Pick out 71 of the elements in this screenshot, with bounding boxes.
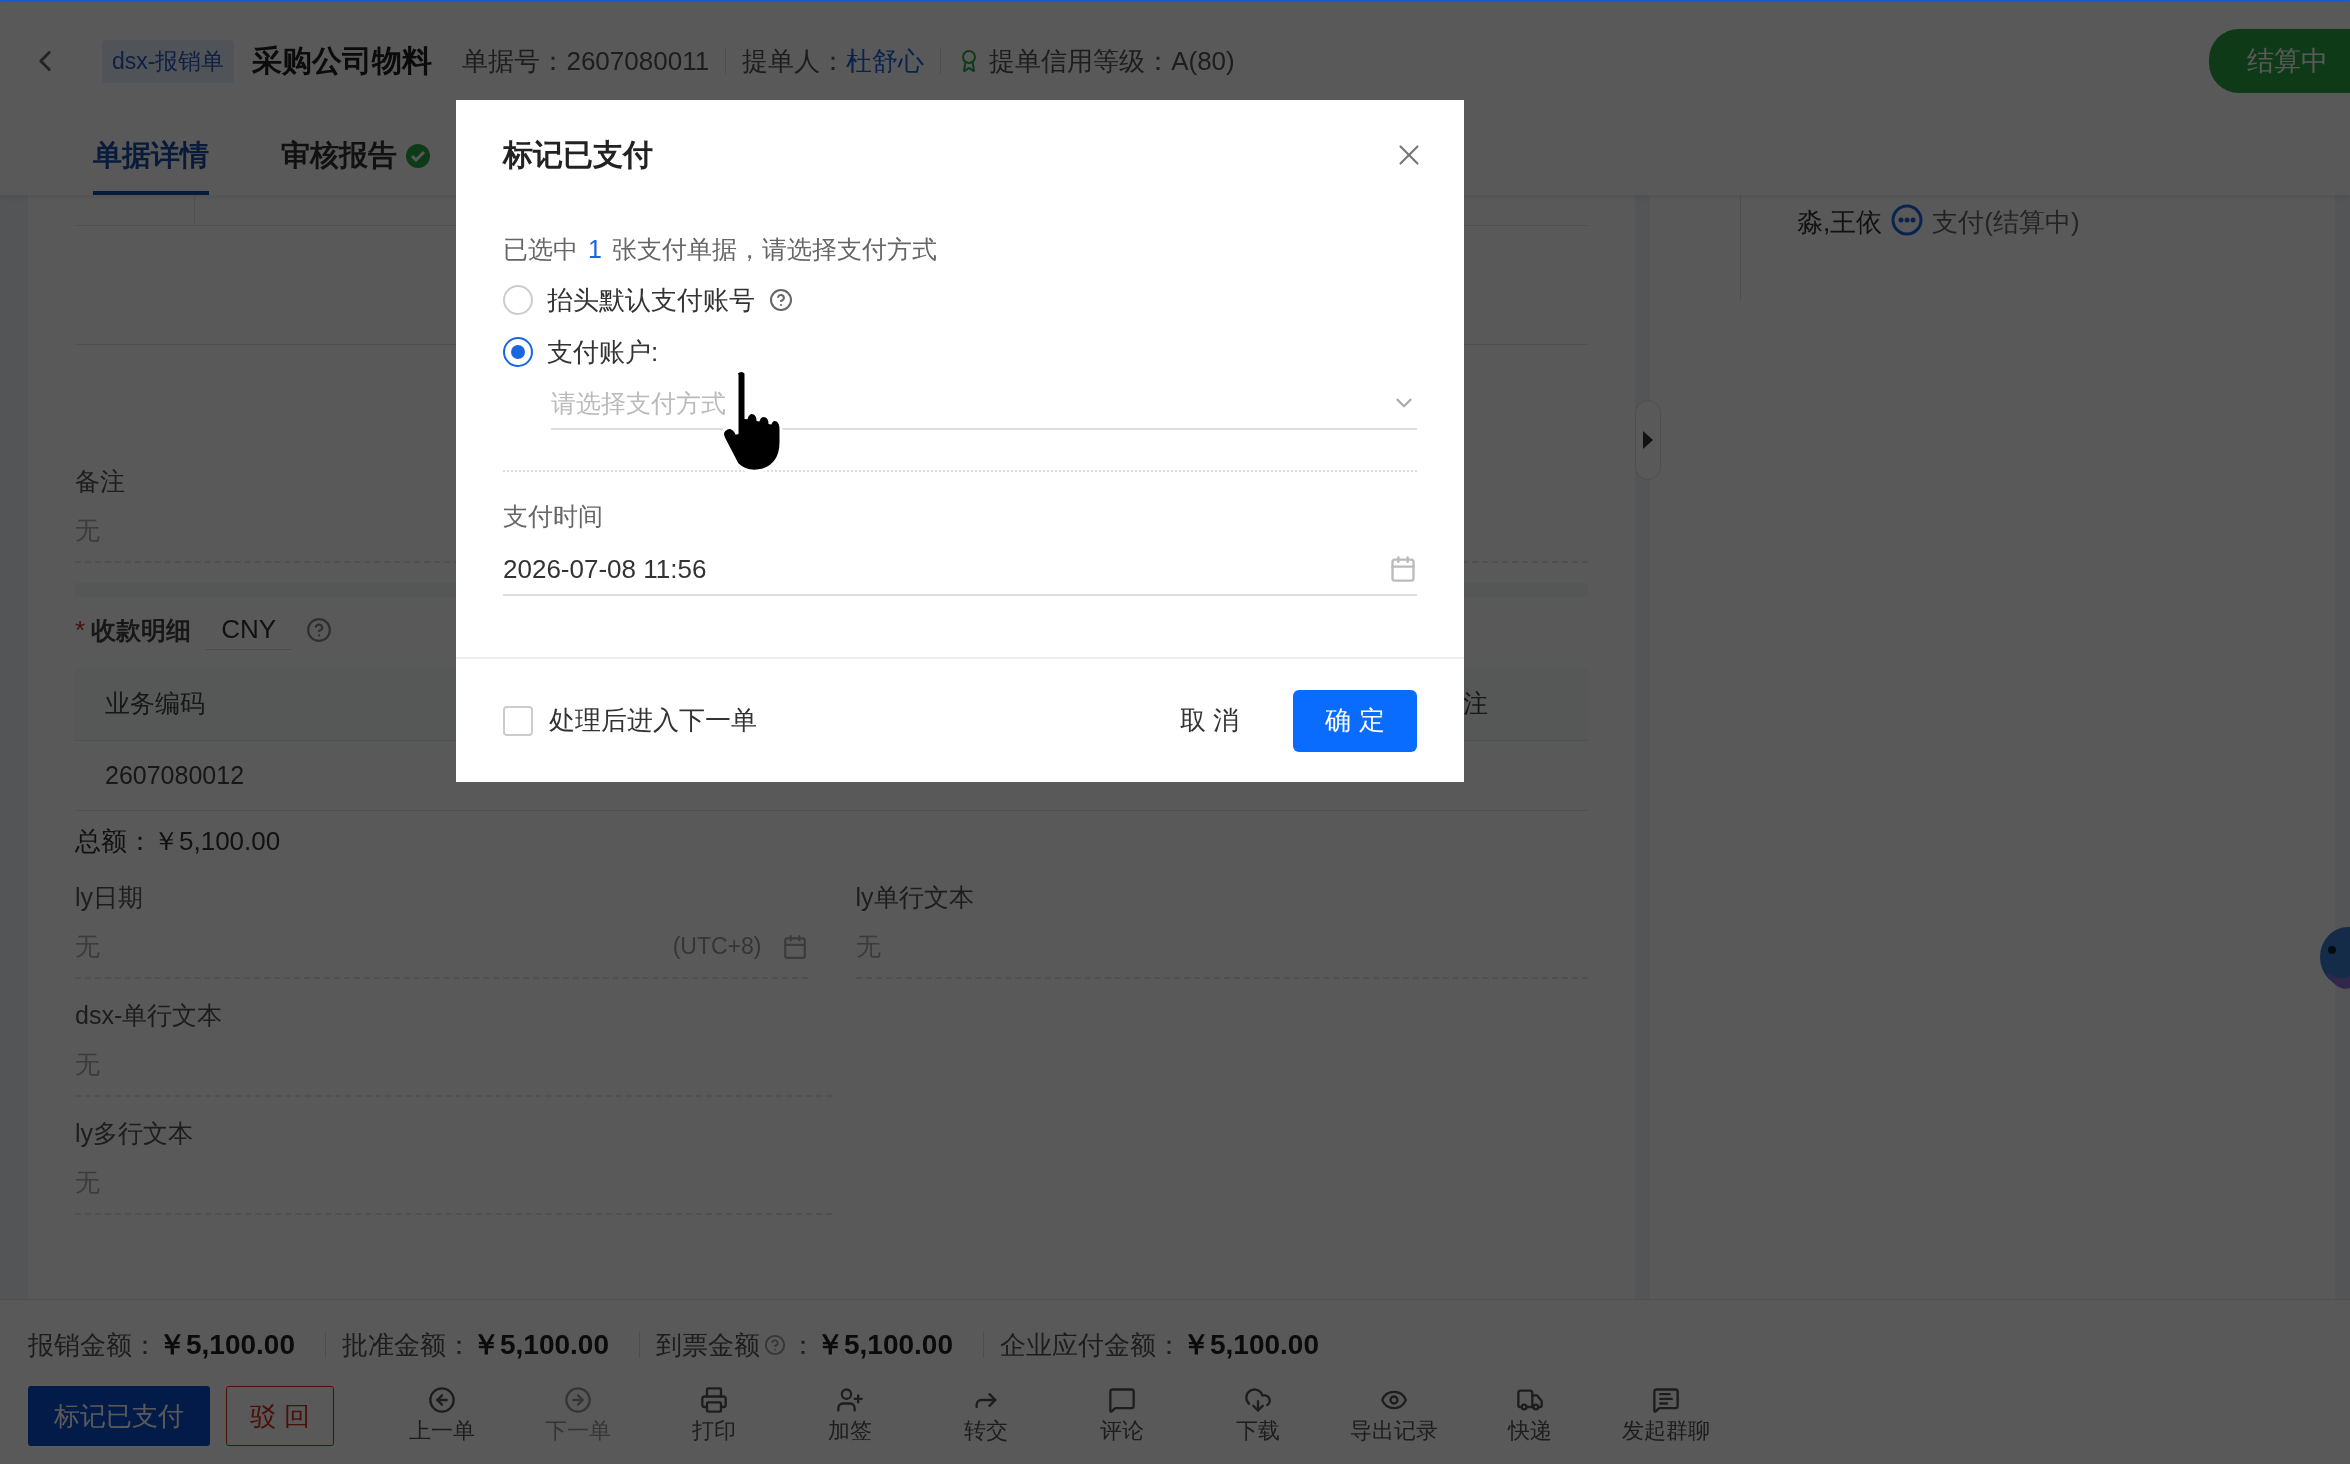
- amount-label: 批准金额：: [342, 1328, 472, 1362]
- help-icon: [764, 1334, 786, 1356]
- toolbar-button[interactable]: 加签: [782, 1386, 918, 1446]
- required-mark: *: [75, 614, 86, 646]
- amount-value: ￥5,100.00: [472, 1328, 609, 1362]
- meta-value: A(80): [1171, 45, 1235, 77]
- amount-value: ￥5,100.00: [1182, 1328, 1319, 1362]
- toolbar-button[interactable]: 下载: [1190, 1386, 1326, 1446]
- toolbar-button[interactable]: 发起群聊: [1598, 1386, 1734, 1446]
- help-icon: [769, 288, 793, 312]
- mark-paid-button[interactable]: 标记已支付: [28, 1386, 210, 1446]
- next-checkbox[interactable]: 处理后进入下一单: [503, 703, 757, 738]
- more-icon: [1890, 203, 1925, 237]
- approver-names: 淼,王依: [1797, 206, 1883, 239]
- toolbar-button[interactable]: 快递: [1462, 1386, 1598, 1446]
- table-cell: 2607080012: [105, 761, 245, 790]
- dialog-title: 标记已支付: [503, 136, 653, 173]
- cloud-download-icon: [1244, 1386, 1272, 1414]
- meta-label: 提单信用等级：: [989, 44, 1172, 78]
- printer-icon: [700, 1386, 728, 1414]
- summary-text: 张支付单据，请选择支付方式: [611, 233, 937, 265]
- field-label: 支付时间: [503, 500, 604, 532]
- section-title: 收款明细: [91, 614, 192, 646]
- option-label: 支付账户:: [547, 335, 659, 369]
- field-label: ly日期: [75, 882, 144, 913]
- toolbar-button[interactable]: 上一单: [374, 1386, 510, 1446]
- amount-label: 报销金额：: [28, 1328, 158, 1362]
- radio-option[interactable]: 抬头默认支付账号: [503, 274, 1417, 326]
- confirm-button[interactable]: 确 定: [1293, 689, 1417, 752]
- chat-icon: [1108, 1386, 1136, 1414]
- toolbar-button[interactable]: 导出记录: [1326, 1386, 1462, 1446]
- form-type-tag: dsx-报销单: [102, 39, 235, 83]
- arrow-right-icon: [564, 1386, 592, 1414]
- meta-label: 单据号：: [462, 44, 567, 78]
- calendar-icon: [1389, 555, 1417, 583]
- meta-label: 提单人：: [742, 44, 847, 78]
- document-title: 采购公司物料: [252, 42, 433, 79]
- arrow-left-icon: [428, 1386, 456, 1414]
- radio-option[interactable]: 支付账户:: [503, 326, 1417, 378]
- meta-value: 2607080011: [566, 45, 710, 77]
- field-label: ly多行文本: [75, 1118, 194, 1149]
- column-header: 注: [1463, 688, 1488, 719]
- user-plus-icon: [836, 1386, 864, 1414]
- toolbar-button[interactable]: 打印: [646, 1386, 782, 1446]
- reject-button[interactable]: 驳 回: [226, 1386, 334, 1446]
- amount-value: ￥5,100.00: [816, 1328, 953, 1362]
- toolbar-button[interactable]: 转交: [918, 1386, 1054, 1446]
- toolbar-button[interactable]: 评论: [1054, 1386, 1190, 1446]
- amount-label: 企业应付金额：: [1000, 1328, 1182, 1362]
- chat-icon: [1652, 1386, 1680, 1414]
- radio-button[interactable]: [503, 337, 533, 367]
- triangle-right-icon: [1642, 430, 1654, 450]
- tab[interactable]: 审核报告: [281, 120, 431, 195]
- field-label: ly单行文本: [855, 882, 974, 913]
- status-badge: 结算中: [2209, 29, 2350, 93]
- total-amount: 总额：￥5,100.00: [75, 824, 282, 858]
- collapse-handle[interactable]: [1635, 400, 1661, 480]
- submitter-link[interactable]: 杜舒心: [846, 43, 925, 79]
- selected-count: 1: [588, 234, 602, 264]
- option-label: 抬头默认支付账号: [547, 283, 755, 317]
- column-header: 业务编码: [105, 688, 205, 719]
- cancel-button[interactable]: 取 消: [1173, 702, 1245, 739]
- field-label: dsx-单行文本: [75, 1000, 223, 1031]
- calendar-icon: [781, 933, 808, 960]
- summary-text: 已选中: [503, 233, 578, 265]
- help-icon: [306, 617, 333, 643]
- date-field[interactable]: 2026-07-08 11:56: [503, 544, 1389, 596]
- field-label: 备注: [75, 466, 125, 497]
- amount-label: 到票金额 ：: [656, 1328, 816, 1362]
- amount-value: ￥5,100.00: [158, 1328, 295, 1362]
- currency-select[interactable]: CNY: [205, 610, 293, 650]
